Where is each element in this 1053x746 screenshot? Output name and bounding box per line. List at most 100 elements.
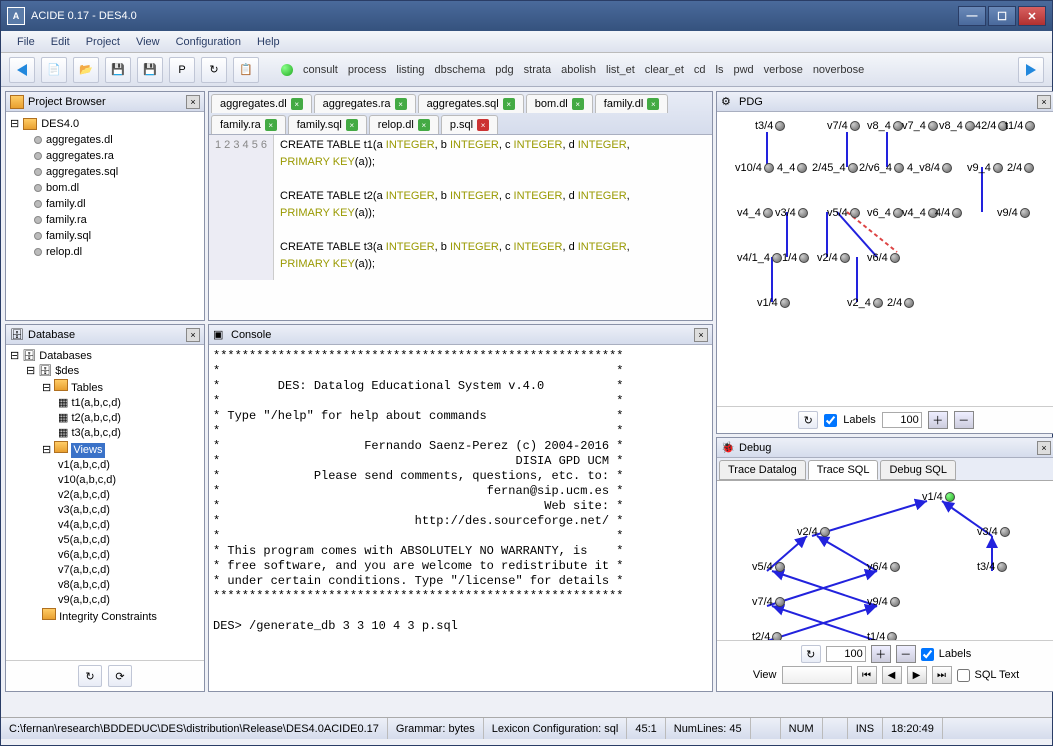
pdg-node[interactable]: v4_4 xyxy=(737,207,773,219)
cmd-dbschema[interactable]: dbschema xyxy=(431,64,490,76)
menu-view[interactable]: View xyxy=(130,34,166,50)
cmd-cd[interactable]: cd xyxy=(690,64,710,76)
refresh-pdg-button[interactable]: ↻ xyxy=(798,411,818,429)
editor-tab[interactable]: aggregates.ra× xyxy=(314,94,416,113)
editor-tab[interactable]: bom.dl× xyxy=(526,94,593,113)
cmd-pdg[interactable]: pdg xyxy=(491,64,517,76)
close-button[interactable]: ✕ xyxy=(1018,6,1046,26)
pdg-node[interactable]: v5/4 xyxy=(827,207,860,219)
menu-file[interactable]: File xyxy=(11,34,41,50)
views-folder[interactable]: Views xyxy=(71,443,104,458)
pdg-node[interactable]: v7_4 xyxy=(902,120,938,132)
editor-tab[interactable]: family.sql× xyxy=(288,115,367,134)
panel-close-icon[interactable]: × xyxy=(186,95,200,109)
cmd-listing[interactable]: listing xyxy=(392,64,428,76)
print-button[interactable]: P xyxy=(169,57,195,83)
panel-close-icon[interactable]: × xyxy=(694,328,708,342)
refresh-button[interactable]: ↻ xyxy=(201,57,227,83)
cmd-ls[interactable]: ls xyxy=(712,64,728,76)
debug-tab[interactable]: Trace SQL xyxy=(808,460,879,480)
debug-node[interactable]: t1/4 xyxy=(867,631,897,640)
pdg-node[interactable]: v2/4 xyxy=(817,252,850,264)
debug-zoom-input[interactable] xyxy=(826,646,866,662)
tab-close-icon[interactable]: × xyxy=(395,98,407,110)
open-button[interactable]: 📂 xyxy=(73,57,99,83)
db-table[interactable]: ▦ t3(a,b,c,d) xyxy=(10,426,200,441)
zoom-out-button[interactable]: － xyxy=(954,411,974,429)
db-table[interactable]: ▦ t1(a,b,c,d) xyxy=(10,396,200,411)
debug-tab[interactable]: Trace Datalog xyxy=(719,460,806,480)
pdg-node[interactable]: v6_4 xyxy=(867,207,903,219)
nav-next-button[interactable]: ▶ xyxy=(907,666,927,684)
menu-edit[interactable]: Edit xyxy=(45,34,76,50)
db-schema[interactable]: $des xyxy=(55,365,79,377)
project-file[interactable]: aggregates.dl xyxy=(34,132,200,148)
panel-close-icon[interactable]: × xyxy=(186,328,200,342)
project-file[interactable]: bom.dl xyxy=(34,180,200,196)
db-view[interactable]: v10(a,b,c,d) xyxy=(10,473,200,488)
menu-project[interactable]: Project xyxy=(80,34,126,50)
tab-close-icon[interactable]: × xyxy=(572,98,584,110)
save-button[interactable]: 💾 xyxy=(105,57,131,83)
copy-button[interactable]: 📋 xyxy=(233,57,259,83)
db-view[interactable]: v6(a,b,c,d) xyxy=(10,548,200,563)
cmd-strata[interactable]: strata xyxy=(520,64,556,76)
debug-zoom-out-button[interactable]: － xyxy=(896,645,916,663)
db-view[interactable]: v5(a,b,c,d) xyxy=(10,533,200,548)
cmd-clear_et[interactable]: clear_et xyxy=(641,64,688,76)
tab-close-icon[interactable]: × xyxy=(291,98,303,110)
tables-folder[interactable]: Tables xyxy=(71,382,103,394)
database-tree[interactable]: ⊟ 🗄 Databases ⊟ 🗄 $des ⊟ Tables ▦ t1(a,b… xyxy=(6,345,204,660)
maximize-button[interactable]: ☐ xyxy=(988,6,1016,26)
pdg-node[interactable]: v9_4 xyxy=(967,162,1003,174)
debug-node[interactable]: t3/4 xyxy=(977,561,1007,573)
pdg-node[interactable]: 4_v8/4 xyxy=(907,162,952,174)
nav-last-button[interactable]: ⏭ xyxy=(932,666,952,684)
pdg-node[interactable]: 4/4 xyxy=(935,207,962,219)
project-root[interactable]: DES4.0 xyxy=(41,116,79,132)
minimize-button[interactable]: — xyxy=(958,6,986,26)
db-table[interactable]: ▦ t2(a,b,c,d) xyxy=(10,411,200,426)
cmd-noverbose[interactable]: noverbose xyxy=(809,64,868,76)
debug-node[interactable]: v7/4 xyxy=(752,596,785,608)
sqltext-checkbox[interactable] xyxy=(957,669,970,682)
panel-close-icon[interactable]: × xyxy=(1037,441,1051,455)
project-file[interactable]: aggregates.sql xyxy=(34,164,200,180)
cmd-pwd[interactable]: pwd xyxy=(729,64,757,76)
tab-close-icon[interactable]: × xyxy=(477,119,489,131)
integrity-constraints[interactable]: Integrity Constraints xyxy=(59,611,157,623)
debug-labels-checkbox[interactable] xyxy=(921,648,934,661)
pdg-node[interactable]: v10/4 xyxy=(735,162,774,174)
editor-tab[interactable]: family.ra× xyxy=(211,115,286,134)
debug-refresh-button[interactable]: ↻ xyxy=(801,645,821,663)
pdg-node[interactable]: 1/4 xyxy=(782,252,809,264)
pdg-node[interactable]: t1/4 xyxy=(1005,120,1035,132)
project-file[interactable]: relop.dl xyxy=(34,244,200,260)
cmd-abolish[interactable]: abolish xyxy=(557,64,600,76)
db-view[interactable]: v7(a,b,c,d) xyxy=(10,563,200,578)
tab-close-icon[interactable]: × xyxy=(418,119,430,131)
pdg-node[interactable]: v8_4 xyxy=(867,120,903,132)
editor-tab[interactable]: family.dl× xyxy=(595,94,669,113)
menu-help[interactable]: Help xyxy=(251,34,286,50)
db-sync-button[interactable]: ⟳ xyxy=(108,665,132,687)
run-icon[interactable] xyxy=(281,64,293,76)
debug-node[interactable]: t2/4 xyxy=(752,631,782,640)
project-file[interactable]: family.dl xyxy=(34,196,200,212)
debug-node[interactable]: v5/4 xyxy=(752,561,785,573)
db-root[interactable]: Databases xyxy=(39,350,92,362)
editor-tab[interactable]: p.sql× xyxy=(441,115,498,134)
db-view[interactable]: v3(a,b,c,d) xyxy=(10,503,200,518)
project-file[interactable]: family.sql xyxy=(34,228,200,244)
tab-close-icon[interactable]: × xyxy=(503,98,515,110)
cmd-verbose[interactable]: verbose xyxy=(760,64,807,76)
back-button[interactable] xyxy=(9,57,35,83)
cmd-process[interactable]: process xyxy=(344,64,391,76)
view-combo[interactable] xyxy=(782,666,852,684)
pdg-node[interactable]: v4/1_4 xyxy=(737,252,782,264)
db-view[interactable]: v8(a,b,c,d) xyxy=(10,578,200,593)
pdg-node[interactable]: 2/4 xyxy=(1007,162,1034,174)
menu-configuration[interactable]: Configuration xyxy=(170,34,247,50)
debug-node[interactable]: v2/4 xyxy=(797,526,830,538)
nav-first-button[interactable]: ⏮ xyxy=(857,666,877,684)
